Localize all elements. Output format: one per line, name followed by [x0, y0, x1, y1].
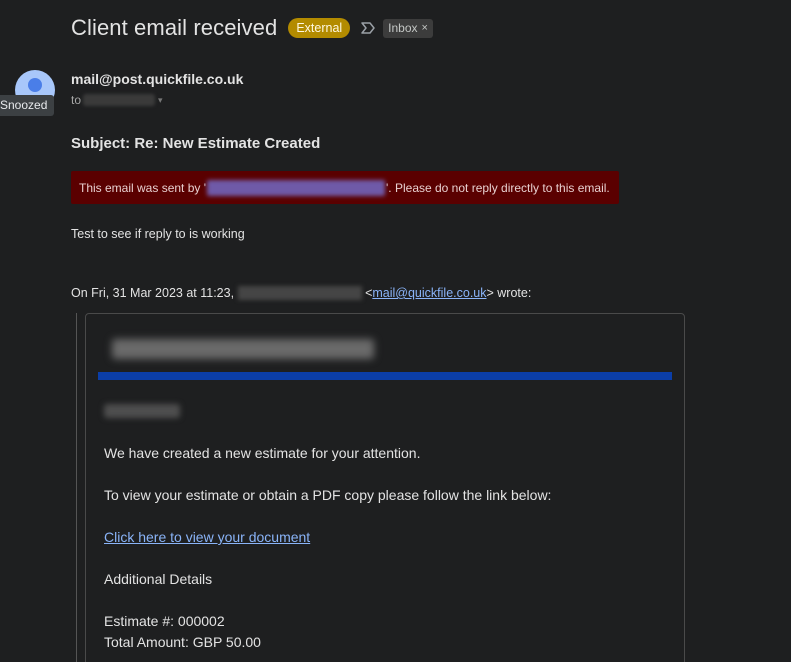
details-heading: Additional Details [104, 571, 213, 587]
estimate-number: Estimate #: 000002 [104, 613, 225, 629]
view-document-link[interactable]: Click here to view your document [104, 529, 310, 545]
recipient-details-chevron-icon[interactable]: ▾ [158, 95, 163, 106]
quote-email-link[interactable]: mail@quickfile.co.uk [372, 286, 486, 300]
email-view: Client email received External Inbox × S… [0, 0, 791, 662]
warning-suffix: '. Please do not reply directly to this … [386, 180, 610, 195]
message-subject: Subject: Re: New Estimate Created [71, 135, 321, 152]
external-sender-warning: This email was sent by ' '. Please do no… [71, 171, 619, 204]
estimate-instructions: To view your estimate or obtain a PDF co… [104, 487, 552, 503]
snoozed-tooltip: Snoozed [0, 95, 55, 116]
redacted-company-name [112, 339, 374, 359]
quote-email-close: > wrote: [486, 286, 532, 300]
brand-divider [98, 372, 672, 380]
redacted-sender-name [238, 286, 363, 300]
quote-email-open: < [365, 286, 373, 300]
email-title: Client email received [71, 15, 278, 40]
redacted-sender-email [207, 179, 386, 196]
quote-attribution: On Fri, 31 Mar 2023 at 11:23, < mail@qui… [71, 286, 531, 300]
redacted-recipient [83, 94, 156, 106]
quote-bar [76, 313, 77, 662]
message-body: Test to see if reply to is working [71, 227, 245, 241]
label-important-icon[interactable] [360, 20, 376, 36]
remove-label-icon[interactable]: × [422, 22, 428, 34]
estimate-card: We have created a new estimate for your … [85, 313, 685, 662]
external-badge[interactable]: External [288, 18, 351, 38]
total-amount: Total Amount: GBP 50.00 [104, 634, 261, 650]
to-prefix: to [71, 93, 82, 107]
inbox-label-text: Inbox [388, 21, 418, 35]
inbox-label-chip[interactable]: Inbox × [383, 18, 433, 38]
estimate-intro: We have created a new estimate for your … [104, 445, 421, 461]
email-header: Client email received External Inbox × [71, 13, 433, 43]
recipient-line[interactable]: to ▾ [71, 93, 163, 107]
warning-prefix: This email was sent by ' [79, 180, 207, 195]
sender-address[interactable]: mail@post.quickfile.co.uk [71, 71, 243, 87]
quote-intro: On Fri, 31 Mar 2023 at 11:23, [71, 286, 235, 300]
avatar-head [28, 78, 42, 92]
redacted-greeting [104, 404, 180, 418]
